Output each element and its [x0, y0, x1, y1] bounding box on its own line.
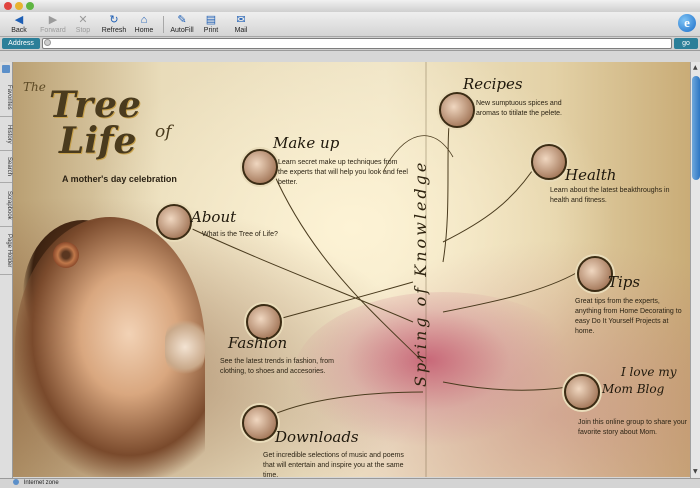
go-button[interactable]: go [674, 38, 698, 49]
scrollbar-thumb[interactable] [692, 76, 700, 180]
status-zone-text: Internet zone [23, 480, 59, 486]
tagline: A mother's day celebration [62, 174, 177, 184]
scroll-down-icon[interactable]: ▼ [693, 468, 699, 476]
health-description: Learn about the latest beakthroughs in h… [550, 187, 670, 204]
explorer-bar-toggle-icon[interactable] [2, 65, 10, 73]
recipes-description: New sumptuous spices and aromas to titil… [476, 100, 562, 117]
mom-blog-description: Join this online group to share your fav… [578, 419, 687, 436]
about-thumbnail[interactable] [156, 204, 192, 240]
minimize-window-button[interactable] [15, 2, 23, 10]
internet-zone-icon [13, 479, 19, 486]
address-label: Address [2, 38, 40, 49]
stop-button[interactable]: ✕ Stop [72, 13, 94, 36]
home-button[interactable]: ⌂ Home [133, 13, 155, 36]
forward-button[interactable]: ▶ Forward [36, 13, 70, 36]
tips-link[interactable]: Tips [608, 273, 640, 291]
autofill-icon: ✎ [177, 14, 187, 26]
browser-logo-icon: e [678, 14, 696, 32]
stop-icon: ✕ [78, 14, 88, 26]
recipes-thumbnail[interactable] [439, 92, 475, 128]
refresh-button[interactable]: ↻ Refresh [100, 13, 128, 36]
address-bar: Address go [0, 37, 700, 51]
print-button[interactable]: ▤ Print [201, 13, 221, 36]
zoom-window-button[interactable] [26, 2, 34, 10]
address-input[interactable] [42, 38, 672, 49]
toolbar-separator [163, 16, 164, 33]
fashion-description: See the latest trends in fashion, from c… [220, 358, 335, 375]
autofill-button[interactable]: ✎ AutoFill [169, 13, 195, 36]
tab-page-holder[interactable]: Page Holder [0, 228, 12, 275]
refresh-icon: ↻ [109, 14, 119, 26]
about-description: What is the Tree of Life? [202, 231, 278, 238]
recipes-link[interactable]: Recipes [463, 75, 523, 93]
logo-life[interactable]: Life [59, 120, 136, 162]
forward-arrow-icon: ▶ [48, 14, 58, 26]
mail-button[interactable]: ✉ Mail [232, 13, 250, 36]
about-link[interactable]: About [191, 208, 236, 226]
downloads-link[interactable]: Downloads [275, 428, 359, 446]
mom-blog-link-line1[interactable]: I love my [621, 365, 676, 379]
explorer-bar-tabs: Favorites History Search Scrapbook Page … [0, 62, 13, 478]
logo-the: The [23, 80, 46, 94]
scroll-up-icon[interactable]: ▲ [693, 64, 699, 72]
tips-description: Great tips from the experts, anything fr… [575, 298, 682, 335]
downloads-description: Get incredible selections of music and p… [263, 452, 404, 477]
printer-icon: ▤ [205, 14, 217, 26]
mail-icon: ✉ [236, 14, 246, 26]
makeup-description: Learn secret make up techniques from the… [278, 159, 408, 186]
close-window-button[interactable] [4, 2, 12, 10]
browser-toolbar: ◀ Back ▶ Forward ✕ Stop ↻ Refresh ⌂ Home… [0, 12, 700, 37]
makeup-thumbnail[interactable] [242, 149, 278, 185]
vertical-scrollbar[interactable]: ▲ ▼ [690, 62, 700, 478]
tab-favorites[interactable]: Favorites [0, 78, 12, 117]
page-status-icon [44, 39, 51, 46]
health-link[interactable]: Health [565, 166, 616, 184]
fashion-link[interactable]: Fashion [228, 334, 287, 352]
spring-of-knowledge-title: Spring of Knowledge [411, 159, 430, 387]
back-arrow-icon: ◀ [14, 14, 24, 26]
tab-history[interactable]: History [0, 118, 12, 151]
downloads-thumbnail[interactable] [242, 405, 278, 441]
tab-scrapbook[interactable]: Scrapbook [0, 184, 12, 227]
health-thumbnail[interactable] [531, 144, 567, 180]
back-button[interactable]: ◀ Back [6, 13, 32, 36]
makeup-link[interactable]: Make up [273, 134, 339, 152]
logo-of: of [155, 122, 172, 142]
mom-blog-link-line2[interactable]: Mom Blog [602, 382, 664, 396]
web-page-content: The Tree of Life A mother's day celebrat… [13, 62, 690, 477]
tab-search[interactable]: Search [0, 152, 12, 183]
mom-blog-thumbnail[interactable] [564, 374, 600, 410]
home-icon: ⌂ [140, 14, 148, 26]
